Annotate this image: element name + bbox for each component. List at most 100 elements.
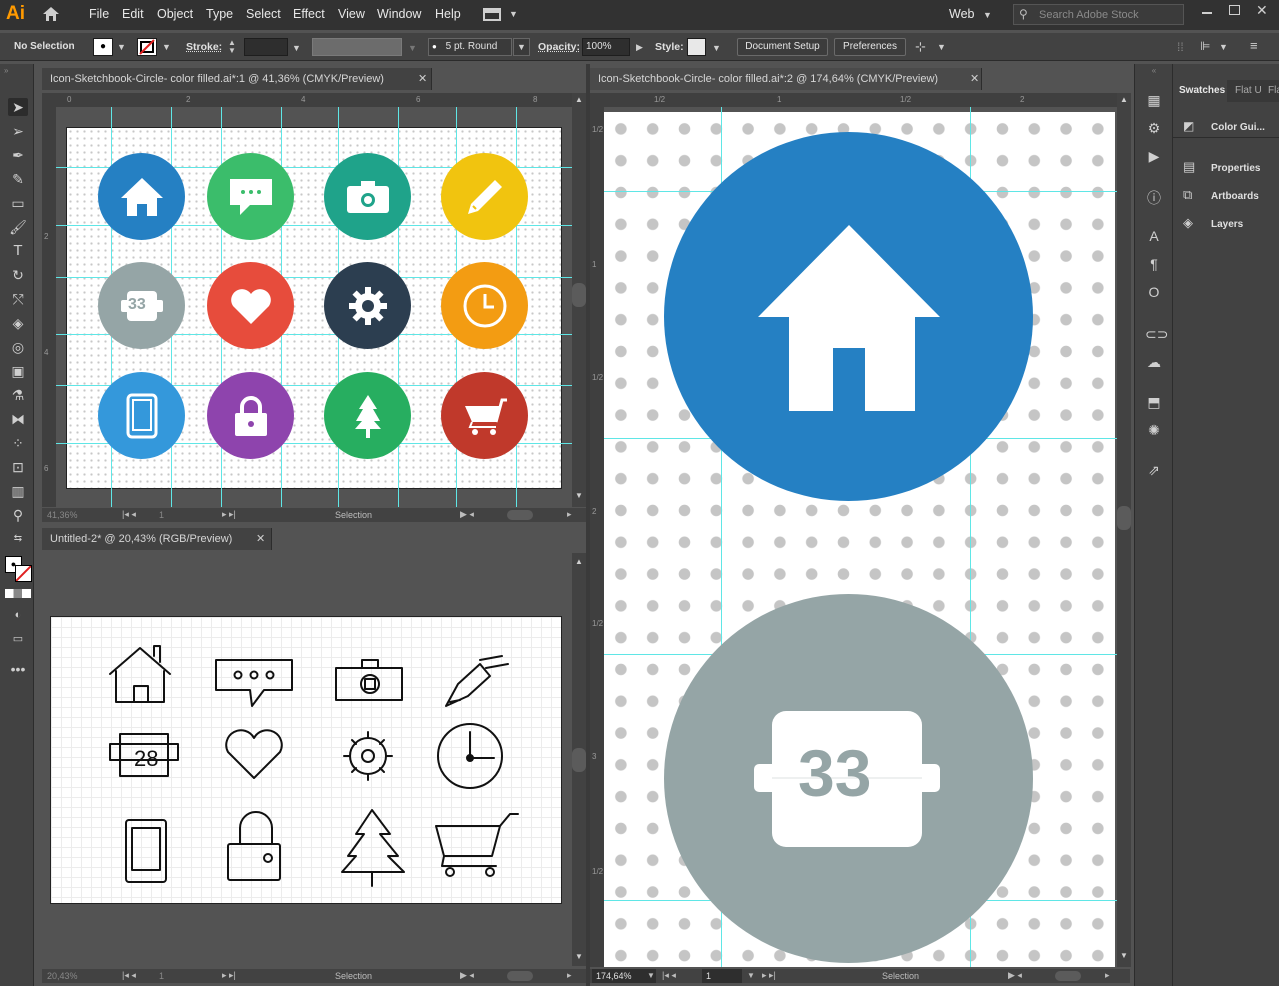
chevron-down-icon[interactable]: ▼ [983, 10, 992, 20]
tool-status[interactable]: Selection [335, 971, 372, 981]
artboard-nav-last[interactable]: ▸ ▸| [222, 509, 236, 520]
blend-tool-icon[interactable]: ⧓ [8, 410, 28, 428]
opacity-label[interactable]: Opacity: [538, 41, 580, 53]
chevron-down-icon[interactable]: ▼ [292, 43, 301, 53]
close-icon[interactable]: ✕ [970, 72, 979, 85]
chevron-down-icon[interactable]: ▼ [937, 42, 946, 52]
swatches-panel-icon[interactable]: ▦ [1145, 92, 1163, 110]
layers-item[interactable]: ◈ Layers [1173, 212, 1279, 236]
artboard-nav-first[interactable]: |◂ ◂ [122, 970, 136, 981]
fill-swatch[interactable]: ● [93, 38, 113, 56]
menu-file[interactable]: File [89, 7, 109, 21]
rotate-tool-icon[interactable]: ↻ [8, 266, 28, 284]
preferences-button[interactable]: Preferences [834, 38, 906, 56]
tab-swatches[interactable]: Swatches [1173, 80, 1227, 102]
chevron-up-icon[interactable]: ▲ [575, 95, 583, 104]
tool-status[interactable]: Selection [335, 510, 372, 520]
h-scroll-thumb[interactable] [507, 971, 533, 981]
stroke-swatch[interactable] [137, 38, 157, 56]
paragraph-panel-icon[interactable]: ¶ [1145, 256, 1163, 274]
tool-status[interactable]: Selection [882, 971, 919, 981]
menu-view[interactable]: View [338, 7, 365, 21]
camera-circle[interactable] [324, 153, 411, 240]
zoom-tool-icon[interactable]: ⚲ [8, 506, 28, 524]
chevron-down-icon[interactable]: ▼ [408, 43, 417, 53]
workspace-switcher[interactable]: Web [949, 7, 974, 21]
gear-circle[interactable] [324, 262, 411, 349]
chat-circle[interactable] [207, 153, 294, 240]
symbols-panel-icon[interactable]: ⚙ [1145, 120, 1163, 138]
menu-edit[interactable]: Edit [122, 7, 144, 21]
menu-help[interactable]: Help [435, 7, 461, 21]
links-panel-icon[interactable]: ⊂⊃ [1145, 326, 1168, 344]
artboard-nav-first[interactable]: |◂ ◂ [662, 970, 676, 981]
width-tool-icon[interactable]: ⤲ [8, 290, 28, 308]
document-setup-button[interactable]: Document Setup [737, 38, 828, 56]
artboard-nav-last[interactable]: ▸ ▸| [222, 970, 236, 981]
graph-tool-icon[interactable]: ▥ [8, 482, 28, 500]
direct-selection-tool-icon[interactable]: ➢ [8, 122, 28, 140]
collapse-icon[interactable]: « [1145, 66, 1163, 84]
screen-mode-icon[interactable]: ▭ [8, 630, 28, 648]
chevron-up-icon[interactable]: ▲ [1120, 95, 1128, 104]
tab-flat-ui[interactable]: Flat U [1235, 85, 1262, 96]
actions-panel-icon[interactable]: ▶ [1145, 148, 1163, 166]
arrange-documents-icon[interactable] [483, 8, 501, 21]
status-chevron[interactable]: ▸ [567, 509, 572, 520]
chevron-down-icon[interactable]: ▼ [1120, 951, 1128, 960]
appearance-panel-icon[interactable]: ✺ [1145, 422, 1163, 440]
tablet-circle[interactable] [98, 372, 185, 459]
minimize-button[interactable] [1202, 12, 1212, 14]
opentype-panel-icon[interactable]: O [1145, 284, 1163, 302]
draw-mode-icon[interactable]: ◐ [8, 606, 28, 624]
chevron-up-icon[interactable]: ▲ [575, 557, 583, 566]
status-chevron[interactable]: ▸ [567, 970, 572, 981]
artboards-item[interactable]: ⧉ Artboards [1173, 184, 1279, 208]
home-icon[interactable] [42, 6, 60, 22]
cc-libraries-icon[interactable]: ☁ [1145, 354, 1163, 372]
isolate-icon[interactable]: ⊫ [1200, 39, 1210, 53]
menu-object[interactable]: Object [157, 7, 193, 21]
close-button[interactable]: ✕ [1256, 2, 1268, 19]
chevron-down-icon[interactable]: ▼ [647, 971, 655, 980]
gradient-tool-icon[interactable]: ▣ [8, 362, 28, 380]
h-scroll-thumb[interactable] [507, 510, 533, 520]
eyedropper-tool-icon[interactable]: ⚗ [8, 386, 28, 404]
status-chevron[interactable]: ▸ [1105, 970, 1110, 981]
tab-flat-colors[interactable]: Fla [1268, 85, 1279, 96]
color-mode-icon[interactable] [5, 589, 31, 598]
stroke-stepper[interactable]: ▲ ▼ [228, 39, 240, 57]
chevron-down-icon[interactable]: ▼ [747, 971, 755, 980]
stroke-weight-field[interactable] [244, 38, 288, 56]
selection-tool-icon[interactable]: ➤ [8, 98, 28, 116]
search-stock-field[interactable]: ⚲ Search Adobe Stock [1013, 4, 1184, 25]
chevron-down-icon[interactable]: ▼ [575, 491, 583, 500]
chevron-down-icon[interactable]: ▼ [712, 43, 721, 53]
artboard-tool-icon[interactable]: ⊡ [8, 458, 28, 476]
chevron-down-icon[interactable]: ▼ [117, 42, 126, 52]
menu-window[interactable]: Window [377, 7, 421, 21]
menu-select[interactable]: Select [246, 7, 281, 21]
artboard-number[interactable]: 1 [159, 510, 164, 520]
doc1-canvas[interactable]: 33 [56, 107, 572, 507]
artboard-number[interactable]: 1 [159, 971, 164, 981]
shape-builder-tool-icon[interactable]: ◎ [8, 338, 28, 356]
scrollbar-vertical[interactable]: ▲ ▼ [572, 93, 586, 507]
home-circle[interactable] [98, 153, 185, 240]
color-guide-item[interactable]: ◩ Color Gui... [1173, 114, 1279, 138]
cart-circle[interactable] [441, 372, 528, 459]
character-panel-icon[interactable]: A [1145, 228, 1163, 246]
rectangle-tool-icon[interactable]: ▭ [8, 194, 28, 212]
calendar-circle[interactable]: 33 [98, 262, 185, 349]
scrollbar-vertical[interactable]: ▲ ▼ [572, 553, 586, 966]
artboard-number[interactable]: 1 [706, 971, 711, 981]
menu-type[interactable]: Type [206, 7, 233, 21]
chevron-right-icon[interactable]: ▶ [636, 42, 643, 53]
tools-collapse-handle[interactable]: » [4, 66, 8, 75]
variable-width-profile[interactable] [312, 38, 402, 56]
transform-icon[interactable]: ⊹ [915, 39, 926, 55]
brush-dropdown[interactable]: ▼ [513, 38, 530, 56]
chevron-down-icon[interactable]: ▼ [509, 9, 518, 19]
panel-menu-icon[interactable]: ≡ [1250, 38, 1258, 53]
pen-tool-icon[interactable]: ✒ [8, 146, 28, 164]
